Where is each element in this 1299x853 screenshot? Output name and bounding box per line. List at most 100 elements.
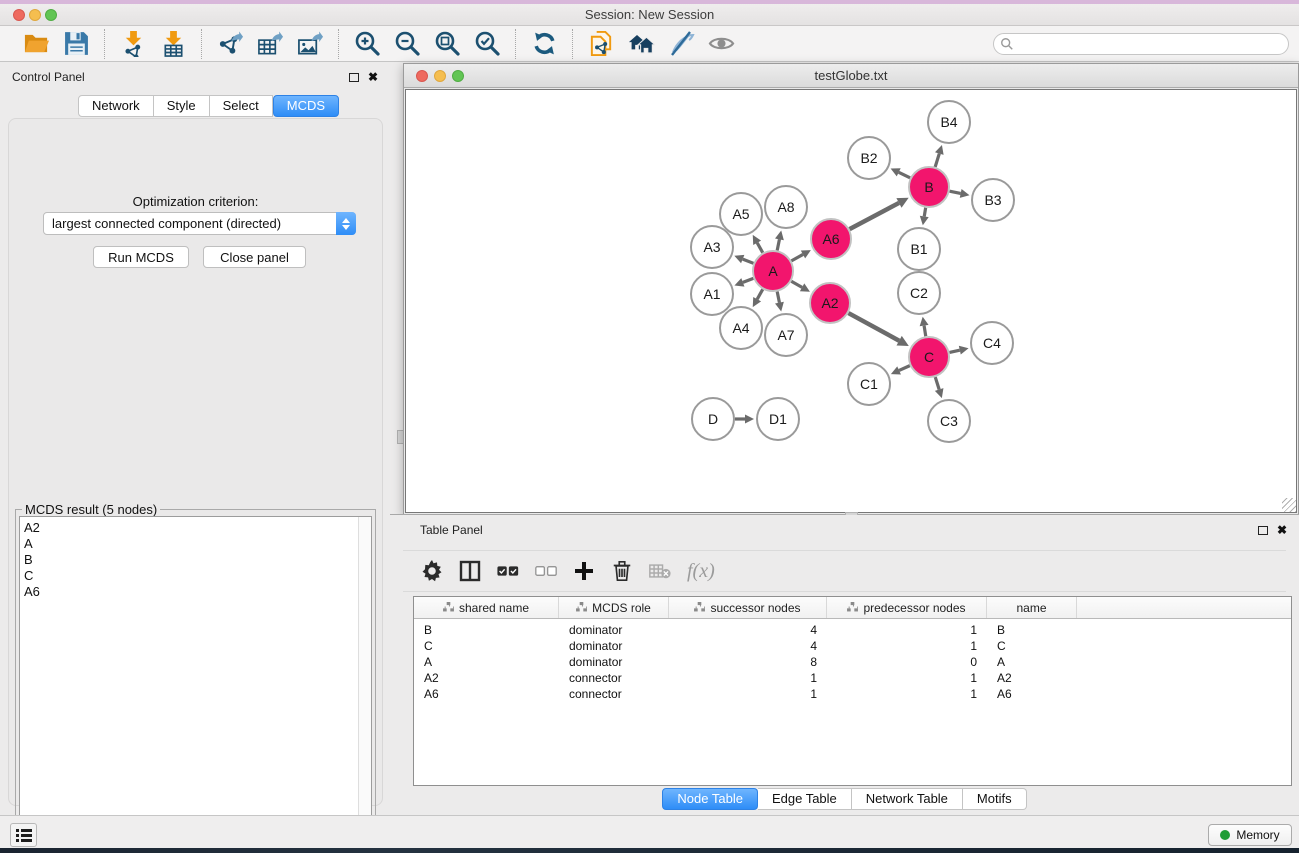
graph-node-A5[interactable]: A5 bbox=[720, 193, 762, 235]
hide-graphics-details-icon[interactable] bbox=[661, 29, 701, 59]
table-cell[interactable]: dominator bbox=[559, 655, 669, 669]
table-cell[interactable]: 1 bbox=[827, 671, 987, 685]
graph-node-B[interactable]: B bbox=[909, 167, 949, 207]
import-network-icon[interactable] bbox=[113, 29, 153, 59]
table-cell[interactable]: A6 bbox=[987, 687, 1077, 701]
gear-icon[interactable] bbox=[413, 555, 451, 587]
graph-node-A8[interactable]: A8 bbox=[765, 186, 807, 228]
graph-node-A7[interactable]: A7 bbox=[765, 314, 807, 356]
zoom-out-icon[interactable] bbox=[387, 29, 427, 59]
table-cell[interactable]: A6 bbox=[414, 687, 559, 701]
zoom-in-icon[interactable] bbox=[347, 29, 387, 59]
network-window-title-bar[interactable]: testGlobe.txt bbox=[404, 64, 1298, 88]
table-cell[interactable]: dominator bbox=[559, 639, 669, 653]
graph-node-D[interactable]: D bbox=[692, 398, 734, 440]
table-cell[interactable]: 4 bbox=[669, 623, 827, 637]
home-icon[interactable] bbox=[621, 29, 661, 59]
graph-node-A6[interactable]: A6 bbox=[811, 219, 851, 259]
refresh-icon[interactable] bbox=[524, 29, 564, 59]
tab-motifs[interactable]: Motifs bbox=[963, 788, 1027, 810]
column-header-predecessor-nodes[interactable]: predecessor nodes bbox=[827, 597, 987, 618]
run-mcds-button[interactable]: Run MCDS bbox=[93, 246, 189, 268]
table-cell[interactable]: connector bbox=[559, 671, 669, 685]
graph-edge-B-B3[interactable] bbox=[950, 191, 961, 193]
table-row[interactable]: Cdominator41C bbox=[414, 638, 1291, 654]
window-resize-grip[interactable] bbox=[1282, 498, 1296, 512]
table-cell[interactable]: C bbox=[414, 639, 559, 653]
graph-edge-A6-B[interactable] bbox=[850, 203, 899, 229]
column-header-successor-nodes[interactable]: successor nodes bbox=[669, 597, 827, 618]
graph-edge-B-B1[interactable] bbox=[924, 208, 925, 217]
table-cell[interactable]: B bbox=[987, 623, 1077, 637]
graph-node-B4[interactable]: B4 bbox=[928, 101, 970, 143]
zoom-selected-icon[interactable] bbox=[467, 29, 507, 59]
mcds-result-item[interactable]: A2 bbox=[24, 520, 371, 536]
graph-edge-B-B2[interactable] bbox=[899, 172, 910, 178]
zoom-traffic-light[interactable] bbox=[45, 9, 57, 21]
graph-edge-C-C4[interactable] bbox=[949, 350, 959, 352]
table-cell[interactable]: connector bbox=[559, 687, 669, 701]
table-cell[interactable]: 1 bbox=[669, 687, 827, 701]
function-builder-button[interactable]: f(x) bbox=[687, 560, 715, 583]
table-cell[interactable]: 1 bbox=[827, 639, 987, 653]
network-close-traffic-light[interactable] bbox=[416, 70, 428, 82]
graph-edge-A-A7[interactable] bbox=[777, 292, 779, 303]
graph-node-C3[interactable]: C3 bbox=[928, 400, 970, 442]
table-row[interactable]: A6connector11A6 bbox=[414, 686, 1291, 702]
graph-edge-C-C3[interactable] bbox=[935, 377, 939, 389]
graph-edge-C-C2[interactable] bbox=[924, 326, 926, 337]
mcds-result-item[interactable]: C bbox=[24, 568, 371, 584]
graph-node-C1[interactable]: C1 bbox=[848, 363, 890, 405]
table-close-panel-icon[interactable]: ✖ bbox=[1277, 523, 1287, 537]
task-history-button[interactable] bbox=[10, 823, 37, 847]
graph-edge-A-A3[interactable] bbox=[743, 259, 754, 263]
table-float-panel-icon[interactable] bbox=[1258, 526, 1268, 535]
graph-node-B2[interactable]: B2 bbox=[848, 137, 890, 179]
table-row[interactable]: Adominator80A bbox=[414, 654, 1291, 670]
deselect-all-icon[interactable] bbox=[527, 555, 565, 587]
graph-edge-A-A1[interactable] bbox=[743, 278, 753, 282]
export-image-icon[interactable] bbox=[290, 29, 330, 59]
close-traffic-light[interactable] bbox=[13, 9, 25, 21]
graph-edge-B-B4[interactable] bbox=[935, 154, 939, 167]
table-cell[interactable]: 1 bbox=[827, 687, 987, 701]
graph-node-A2[interactable]: A2 bbox=[810, 283, 850, 323]
graph-node-A4[interactable]: A4 bbox=[720, 307, 762, 349]
duplicate-network-icon[interactable] bbox=[581, 29, 621, 59]
table-cell[interactable]: A2 bbox=[414, 671, 559, 685]
graph-node-A[interactable]: A bbox=[753, 251, 793, 291]
zoom-fit-icon[interactable] bbox=[427, 29, 467, 59]
network-minimize-traffic-light[interactable] bbox=[434, 70, 446, 82]
close-panel-button[interactable]: Close panel bbox=[203, 246, 306, 268]
save-session-icon[interactable] bbox=[56, 29, 96, 59]
graph-node-B1[interactable]: B1 bbox=[898, 228, 940, 270]
close-panel-icon[interactable]: ✖ bbox=[368, 70, 378, 84]
delete-table-icon[interactable] bbox=[641, 555, 679, 587]
table-cell[interactable]: A2 bbox=[987, 671, 1077, 685]
graph-node-C4[interactable]: C4 bbox=[971, 322, 1013, 364]
graph-node-D1[interactable]: D1 bbox=[757, 398, 799, 440]
table-cell[interactable]: 0 bbox=[827, 655, 987, 669]
table-cell[interactable]: B bbox=[414, 623, 559, 637]
table-cell[interactable]: dominator bbox=[559, 623, 669, 637]
tab-style[interactable]: Style bbox=[154, 95, 210, 117]
tab-node-table[interactable]: Node Table bbox=[662, 788, 758, 810]
graph-node-C2[interactable]: C2 bbox=[898, 272, 940, 314]
columns-icon[interactable] bbox=[451, 555, 489, 587]
search-field[interactable] bbox=[993, 33, 1289, 55]
criterion-dropdown[interactable]: largest connected component (directed) bbox=[43, 212, 356, 235]
tab-network[interactable]: Network bbox=[78, 95, 154, 117]
column-header-name[interactable]: name bbox=[987, 597, 1077, 618]
column-header-shared-name[interactable]: shared name bbox=[414, 597, 559, 618]
graph-edge-A-A4[interactable] bbox=[757, 289, 763, 299]
select-all-icon[interactable] bbox=[489, 555, 527, 587]
eye-icon[interactable] bbox=[701, 29, 741, 59]
import-table-icon[interactable] bbox=[153, 29, 193, 59]
graph-node-C[interactable]: C bbox=[909, 337, 949, 377]
graph-edge-A-A6[interactable] bbox=[791, 254, 803, 260]
table-cell[interactable]: 1 bbox=[669, 671, 827, 685]
result-list-scrollbar[interactable] bbox=[358, 517, 371, 849]
memory-button[interactable]: Memory bbox=[1208, 824, 1292, 846]
table-cell[interactable]: C bbox=[987, 639, 1077, 653]
tab-network-table[interactable]: Network Table bbox=[852, 788, 963, 810]
